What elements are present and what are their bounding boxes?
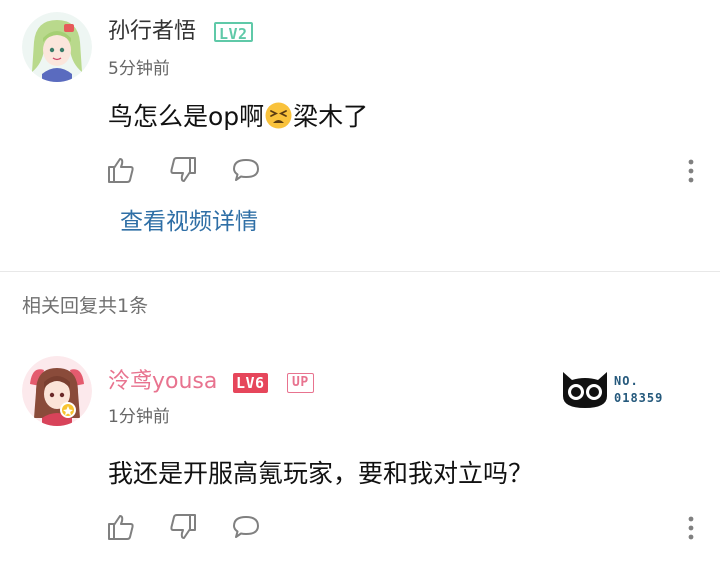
username[interactable]: 泠鸢yousa <box>108 368 217 396</box>
thumb-down-icon[interactable] <box>168 512 198 542</box>
action-bar <box>106 155 696 189</box>
level-badge: LV2 <box>214 22 253 43</box>
more-vertical-icon[interactable] <box>686 157 696 185</box>
username[interactable]: 孙行者悟 <box>108 18 196 46</box>
thumb-up-icon[interactable] <box>106 512 136 542</box>
level-badge: LV6 <box>233 373 268 393</box>
reply-text: 我还是开服高氪玩家，要和我对立吗？ <box>108 459 534 488</box>
comment-text: 鸟怎么是op啊 梁木了 <box>108 100 368 134</box>
comment-text-part1: 鸟怎么是op啊 <box>108 102 265 131</box>
comment-text-part2: 梁木了 <box>293 102 369 131</box>
timestamp: 5分钟前 <box>108 59 170 79</box>
thumb-down-icon[interactable] <box>168 155 198 185</box>
tired-face-emoji-icon <box>265 102 292 129</box>
divider <box>0 271 720 272</box>
thumb-up-icon[interactable] <box>106 155 136 185</box>
avatar[interactable] <box>22 12 92 82</box>
timestamp: 1分钟前 <box>108 407 170 427</box>
fan-badge-number: 018359 <box>614 391 664 405</box>
comment-bubble-icon[interactable] <box>231 512 261 542</box>
fan-badge: NO. 018359 <box>560 368 680 412</box>
view-video-details-link[interactable]: 查看视频详情 <box>120 207 258 237</box>
action-bar <box>106 512 696 546</box>
black-cat-icon <box>563 372 607 408</box>
up-badge: UP <box>287 373 314 393</box>
related-replies-header: 相关回复共1条 <box>22 295 149 317</box>
more-vertical-icon[interactable] <box>686 514 696 542</box>
comment-item: 孙行者悟 LV2 5分钟前 鸟怎么是op啊 梁木了 查看视频详情 <box>0 0 720 270</box>
comment-bubble-icon[interactable] <box>231 155 261 185</box>
avatar[interactable] <box>22 356 92 426</box>
fan-badge-no: NO. <box>614 374 639 388</box>
